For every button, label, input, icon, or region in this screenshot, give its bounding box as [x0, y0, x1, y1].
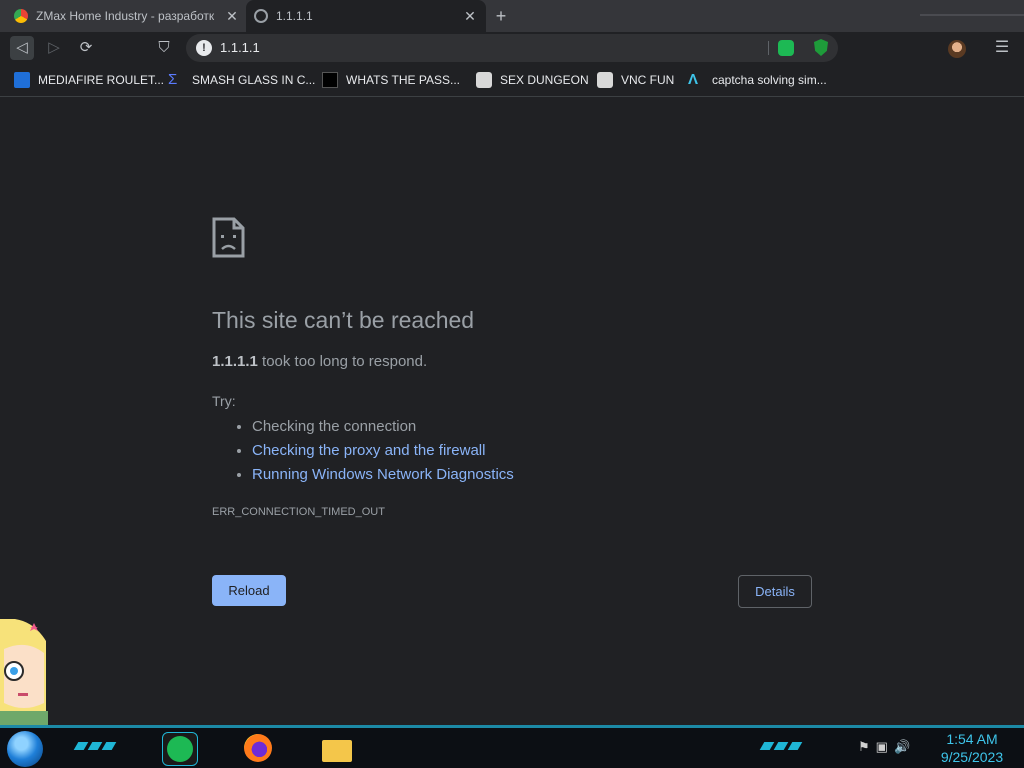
bookmark-label: WHATS THE PASS...	[346, 73, 461, 87]
start-orb-button[interactable]	[7, 731, 43, 767]
tab-zmax[interactable]: ZMax Home Industry - разработк ✕	[0, 0, 246, 32]
suggestion-link[interactable]: Checking the proxy and the firewall	[252, 442, 485, 459]
extension-shield-icon[interactable]	[814, 39, 828, 56]
desktop-mascot-image	[0, 619, 48, 725]
globe-icon	[254, 9, 268, 23]
error-host: 1.1.1.1	[212, 353, 258, 370]
info-icon[interactable]: !	[196, 40, 212, 56]
error-description-text: took too long to respond.	[257, 353, 428, 370]
volume-icon[interactable]: 🔊	[894, 739, 910, 755]
bookmarks-bar: MEDIAFIRE ROULET... Σ SMASH GLASS IN C..…	[0, 64, 1024, 97]
system-tray: ⚑ ▣ 🔊	[858, 739, 910, 755]
file-explorer-taskbar-icon[interactable]	[320, 732, 354, 764]
bookmark-label: MEDIAFIRE ROULET...	[38, 73, 165, 87]
taskbar-decoration	[73, 742, 117, 750]
suggestion-text: Checking the connection	[252, 418, 417, 435]
bookmark-captcha[interactable]: Λ captcha solving sim...	[688, 72, 827, 88]
address-url: 1.1.1.1	[220, 40, 260, 55]
details-button[interactable]: Details	[738, 575, 812, 608]
bookmark-sigma-icon: Σ	[168, 71, 178, 88]
bookmark-vnc-fun[interactable]: VNC FUN	[597, 72, 674, 88]
bookmark-mediafire[interactable]: MEDIAFIRE ROULET...	[14, 72, 164, 88]
extension-chat-icon[interactable]	[778, 40, 794, 56]
bookmark-bot-icon	[476, 72, 492, 88]
tab-1-1-1-1[interactable]: 1.1.1.1 ✕	[246, 0, 486, 32]
suggestion-list: Checking the connection Checking the pro…	[212, 415, 514, 487]
bookmark-dark-icon	[322, 72, 338, 88]
bookmark-arch-icon: Λ	[688, 71, 699, 88]
suggestion-check-proxy[interactable]: Checking the proxy and the firewall	[252, 439, 514, 463]
back-button[interactable]: ◁	[10, 36, 34, 60]
bookmark-smash-glass[interactable]: Σ SMASH GLASS IN C...	[168, 72, 315, 88]
bookmark-label: SEX DUNGEON	[500, 73, 589, 87]
action-center-flag-icon[interactable]: ⚑	[858, 739, 870, 755]
bookmark-blue-icon	[14, 72, 30, 88]
menu-icon[interactable]: ☰	[992, 36, 1012, 60]
new-tab-button[interactable]: +	[490, 6, 512, 26]
error-title: This site can’t be reached	[212, 307, 475, 333]
try-label: Try:	[212, 393, 236, 409]
bookmark-icon[interactable]: ⛉	[152, 36, 176, 60]
bookmark-label: SMASH GLASS IN C...	[192, 73, 316, 87]
divider	[768, 41, 769, 55]
bookmark-label: captcha solving sim...	[712, 73, 827, 87]
taskbar: ⚑ ▣ 🔊 1:54 AM 9/25/2023	[0, 725, 1024, 768]
taskbar-decoration	[759, 742, 803, 750]
suggestion-network-diagnostics[interactable]: Running Windows Network Diagnostics	[252, 463, 514, 487]
sad-file-icon	[212, 217, 245, 258]
bookmark-label: VNC FUN	[621, 73, 675, 87]
clock-date: 9/25/2023	[940, 749, 1004, 765]
tab-strip: ZMax Home Industry - разработк ✕ 1.1.1.1…	[0, 0, 1024, 32]
reload-button[interactable]: Reload	[212, 575, 286, 606]
bookmark-sex-dungeon[interactable]: SEX DUNGEON	[476, 72, 589, 88]
close-tab-icon[interactable]: ✕	[224, 8, 240, 24]
clock-time: 1:54 AM	[946, 731, 998, 747]
suggestion-check-connection: Checking the connection	[252, 415, 514, 439]
address-bar[interactable]: ! 1.1.1.1	[186, 34, 838, 62]
reload-icon[interactable]: ⟳	[74, 36, 98, 60]
profile-avatar[interactable]	[948, 40, 966, 58]
network-icon[interactable]: ▣	[876, 739, 888, 755]
close-tab-icon[interactable]: ✕	[462, 8, 478, 24]
chrome-tab-icon	[14, 9, 28, 23]
bookmark-whats-the-pass[interactable]: WHATS THE PASS...	[322, 72, 460, 88]
spotify-taskbar-icon[interactable]	[162, 732, 198, 766]
bookmark-bot-icon	[597, 72, 613, 88]
suggestion-link[interactable]: Running Windows Network Diagnostics	[252, 466, 514, 483]
tab-title: 1.1.1.1	[276, 9, 313, 23]
firefox-taskbar-icon[interactable]	[242, 732, 276, 764]
browser-toolbar: ◁ ▷ ⟳ ⛉ ! 1.1.1.1 ☰	[0, 32, 1024, 64]
error-page: This site can’t be reached 1.1.1.1 took …	[0, 97, 1024, 725]
window-frame-decoration	[920, 0, 1024, 16]
taskbar-clock[interactable]: 1:54 AM 9/25/2023	[930, 730, 1014, 766]
tab-title: ZMax Home Industry - разработк	[36, 9, 215, 23]
forward-button[interactable]: ▷	[42, 36, 66, 60]
error-description: 1.1.1.1 took too long to respond.	[212, 353, 427, 370]
error-code: ERR_CONNECTION_TIMED_OUT	[212, 506, 385, 518]
